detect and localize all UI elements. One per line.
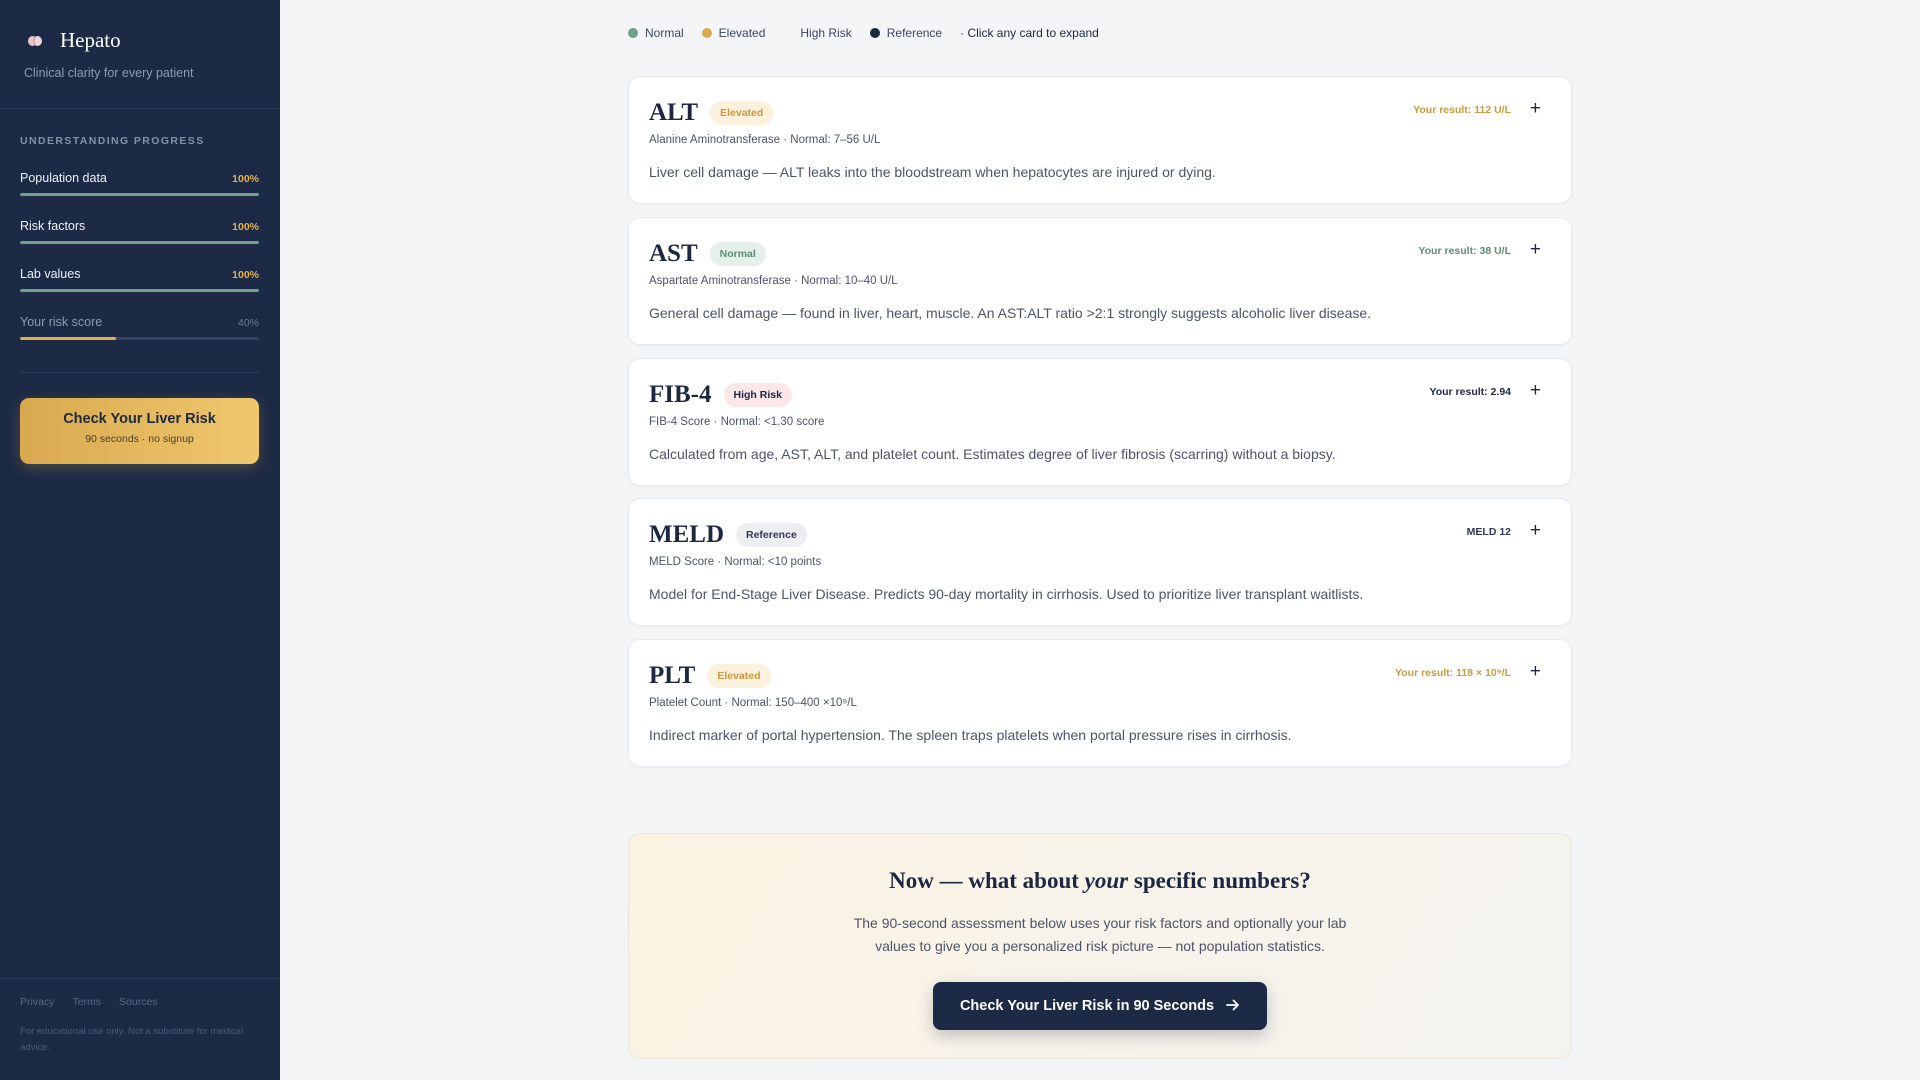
lab-card-ast[interactable]: AST Normal Aspartate Aminotransferase · … [628, 217, 1572, 345]
cta-subtitle: 90 seconds · no signup [85, 433, 194, 445]
progress-label: Risk factors [20, 219, 86, 233]
card-result: Your result: 112 U/L [1413, 104, 1511, 116]
legend-note: · Click any card to expand [960, 26, 1099, 40]
progress-track [20, 337, 259, 340]
sidebar: Hepato Clinical clarity for every patien… [0, 0, 280, 1080]
legend-label: Reference [886, 26, 943, 40]
legend-label: High Risk [800, 26, 852, 40]
lab-card-alt[interactable]: ALT Elevated Alanine Aminotransferase · … [628, 76, 1572, 204]
card-subtitle: Alanine Aminotransferase · Normal: 7–56 … [649, 134, 881, 146]
progress-percent: 100% [232, 221, 259, 233]
status-badge: Reference [736, 523, 807, 547]
cta-button-label: Check Your Liver Risk in 90 Seconds [959, 998, 1215, 1014]
cta-heading-emphasis: your [1084, 868, 1129, 893]
plus-icon[interactable]: + [1530, 662, 1541, 682]
cta-heading-part: Now — what about [889, 868, 1085, 893]
progress-percent: 100% [232, 173, 259, 185]
card-description: Calculated from age, AST, ALT, and plate… [649, 446, 1336, 462]
card-abbr: AST [649, 240, 698, 267]
legend-dot-normal [628, 28, 638, 38]
legend-item-reference: Reference [869, 26, 943, 40]
progress-item-population: Population data 100% [20, 171, 259, 196]
lab-card-meld[interactable]: MELD Reference MELD Score · Normal: <10 … [628, 498, 1572, 626]
legend-item-normal: Normal [628, 26, 684, 40]
progress-label: Population data [20, 171, 107, 185]
plus-icon[interactable]: + [1530, 99, 1541, 119]
sidebar-divider [0, 108, 280, 109]
card-description: General cell damage — found in liver, he… [649, 305, 1372, 321]
check-liver-risk-90s-button[interactable]: Check Your Liver Risk in 90 Seconds [933, 982, 1267, 1030]
card-abbr: FIB-4 [649, 381, 712, 408]
sidebar-divider [20, 372, 259, 373]
card-description: Model for End-Stage Liver Disease. Predi… [649, 586, 1364, 602]
assessment-cta-panel: Now — what about your specific numbers? … [628, 833, 1572, 1059]
legend-label: Elevated [718, 26, 766, 40]
progress-percent: 40% [237, 317, 259, 329]
footer-link-privacy[interactable]: Privacy [20, 996, 54, 1008]
cta-heading: Now — what about your specific numbers? [629, 868, 1571, 894]
status-badge: Normal [709, 242, 766, 266]
progress-section-title: UNDERSTANDING PROGRESS [20, 135, 205, 147]
progress-track [20, 241, 259, 244]
progress-label: Lab values [20, 267, 81, 281]
lab-card-fib4[interactable]: FIB-4 High Risk FIB-4 Score · Normal: <1… [628, 358, 1572, 486]
legend-dot-high-risk [783, 28, 793, 38]
card-result: MELD 12 [1466, 526, 1511, 538]
disclaimer: For educational use only. Not a substitu… [20, 1026, 244, 1053]
progress-track [20, 289, 259, 292]
check-liver-risk-button[interactable]: Check Your Liver Risk 90 seconds · no si… [20, 398, 259, 464]
arrow-right-icon [1226, 998, 1240, 1015]
sidebar-divider [0, 978, 280, 979]
card-description: Indirect marker of portal hypertension. … [649, 727, 1292, 743]
legend-dot-reference [869, 28, 880, 38]
card-result: Your result: 38 U/L [1418, 245, 1511, 257]
footer-link-terms[interactable]: Terms [72, 996, 101, 1008]
card-subtitle: Platelet Count · Normal: 150–400 ×10⁹/L [649, 697, 857, 709]
footer-link-sources[interactable]: Sources [119, 996, 158, 1008]
legend-item-elevated: Elevated [701, 26, 766, 40]
progress-item-risk-factors: Risk factors 100% [20, 219, 259, 244]
lab-card-plt[interactable]: PLT Elevated Platelet Count · Normal: 15… [628, 639, 1572, 767]
brand-tagline: Clinical clarity for every patient [24, 66, 194, 80]
card-abbr: PLT [649, 662, 696, 689]
brand[interactable]: Hepato [24, 28, 121, 53]
progress-fill [20, 241, 259, 244]
legend-item-high-risk: High Risk [783, 26, 851, 40]
plus-icon[interactable]: + [1530, 521, 1541, 541]
card-abbr: ALT [649, 99, 699, 126]
status-badge: High Risk [723, 383, 792, 407]
progress-percent: 100% [232, 269, 259, 281]
progress-item-risk-score: Your risk score 40% [20, 315, 259, 340]
card-subtitle: FIB-4 Score · Normal: <1.30 score [649, 416, 825, 428]
progress-fill [20, 289, 259, 292]
card-description: Liver cell damage — ALT leaks into the b… [649, 164, 1216, 180]
cta-text: The 90-second assessment below uses your… [853, 915, 1347, 954]
card-result: Your result: 2.94 [1429, 386, 1512, 398]
progress-label: Your risk score [20, 315, 103, 329]
progress-fill [20, 337, 116, 340]
legend-label: Normal [645, 26, 684, 40]
cta-title: Check Your Liver Risk [63, 411, 216, 427]
progress-item-lab-values: Lab values 100% [20, 267, 259, 292]
card-subtitle: MELD Score · Normal: <10 points [649, 556, 822, 568]
plus-icon[interactable]: + [1530, 240, 1541, 260]
cta-heading-part: specific numbers? [1128, 868, 1311, 893]
brand-name: Hepato [60, 28, 121, 52]
plus-icon[interactable]: + [1530, 381, 1541, 401]
progress-fill [20, 193, 259, 196]
legend-dot-elevated [701, 28, 712, 38]
status-legend: Normal Elevated High Risk Reference · Cl… [628, 26, 1099, 40]
card-result: Your result: 118 × 10⁹/L [1395, 667, 1511, 679]
brain-icon [24, 30, 46, 52]
progress-track [20, 193, 259, 196]
card-subtitle: Aspartate Aminotransferase · Normal: 10–… [649, 275, 898, 287]
status-badge: Elevated [707, 664, 771, 688]
card-abbr: MELD [649, 521, 724, 548]
status-badge: Elevated [710, 101, 774, 125]
footer-links: Privacy Terms Sources [20, 996, 158, 1008]
